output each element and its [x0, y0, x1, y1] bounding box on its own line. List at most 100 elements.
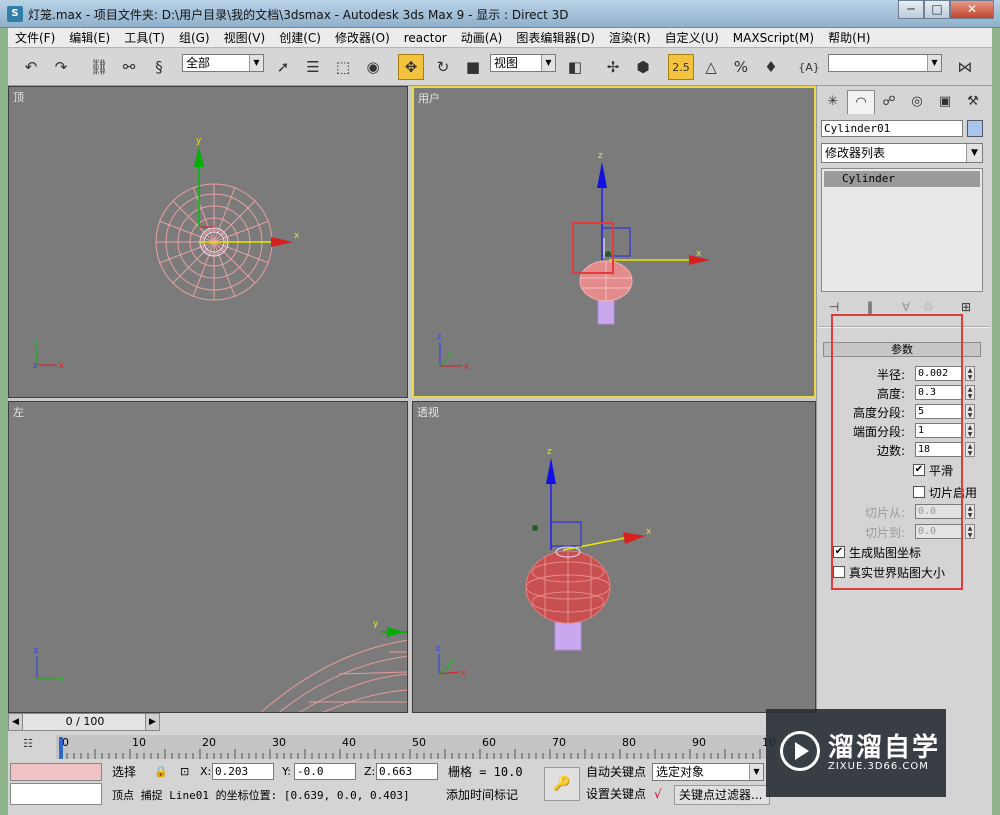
selection-count-label: 选择 — [112, 765, 137, 779]
menu-group[interactable]: 组(G) — [172, 29, 217, 46]
key-filters-button[interactable]: 关键点过滤器... — [674, 785, 770, 805]
key-mode-icon[interactable]: √ — [654, 787, 662, 801]
gizmo-y-label: y — [196, 136, 202, 146]
object-color-swatch[interactable] — [967, 120, 983, 137]
gizmo-x-label: x — [696, 249, 702, 259]
create-tab-icon[interactable]: ✳ — [819, 90, 847, 114]
spinner-snap-icon[interactable]: ♦ — [758, 54, 784, 80]
named-selection-dropdown[interactable]: ▼ — [828, 54, 942, 72]
hierarchy-tab-icon[interactable]: ☍ — [875, 90, 903, 114]
percent-snap-icon[interactable]: % — [728, 54, 754, 80]
select-and-rotate-icon[interactable]: ↻ — [430, 54, 456, 80]
menu-modifiers[interactable]: 修改器(O) — [328, 29, 397, 46]
top-view-scene: x y y x z — [33, 136, 300, 370]
menu-reactor[interactable]: reactor — [397, 31, 454, 45]
menu-tools[interactable]: 工具(T) — [117, 29, 172, 46]
spinner-arrows-icon[interactable]: ▲ ▼ — [965, 524, 975, 539]
track-bar[interactable]: 0102030405060708090100 — [56, 735, 776, 759]
modify-tab-icon[interactable]: ◠ — [847, 90, 875, 114]
time-slider[interactable]: ◀ 0 / 100 ▶ — [8, 713, 160, 731]
menu-views[interactable]: 视图(V) — [217, 29, 273, 46]
axis-tripod-y-label: y — [448, 349, 453, 358]
viewport-user[interactable]: 用户 x z z x y — [412, 86, 816, 398]
selected-object-dropdown[interactable]: 选定对象 ▼ — [652, 763, 764, 781]
lock-selection-icon[interactable]: 🔒 — [154, 763, 168, 781]
keyboard-shortcut-override-icon[interactable]: ⬢ — [630, 54, 656, 80]
absolute-mode-icon[interactable]: ⊡ — [180, 763, 196, 781]
time-slider-next-icon[interactable]: ▶ — [145, 714, 159, 730]
select-by-name-icon[interactable]: ☰ — [300, 54, 326, 80]
modifier-stack-item[interactable]: Cylinder — [824, 171, 980, 187]
coord-y: Y: -0.0 — [282, 763, 356, 781]
rectangular-selection-icon[interactable]: ⬚ — [330, 54, 356, 80]
highlight-box — [831, 314, 963, 590]
minimize-button[interactable]: ─ — [898, 0, 924, 19]
menu-file[interactable]: 文件(F) — [8, 29, 62, 46]
pivot-center-icon[interactable]: ◧ — [562, 54, 588, 80]
modifier-list-dropdown[interactable]: 修改器列表 ▼ — [821, 143, 983, 163]
select-and-scale-icon[interactable]: ■ — [460, 54, 486, 80]
snap-toggle-icon[interactable]: 2.5 — [668, 54, 694, 80]
undo-icon[interactable]: ↶ — [18, 54, 44, 80]
maximize-button[interactable]: □ — [924, 0, 950, 19]
display-tab-icon[interactable]: ▣ — [931, 90, 959, 114]
menu-rendering[interactable]: 渲染(R) — [602, 29, 658, 46]
window-crossing-icon[interactable]: ◉ — [360, 54, 386, 80]
menu-help[interactable]: 帮助(H) — [821, 29, 877, 46]
coord-x-field[interactable]: 0.203 — [212, 763, 274, 780]
unlink-icon[interactable]: ⚯ — [116, 54, 142, 80]
angle-snap-icon[interactable]: △ — [698, 54, 724, 80]
edit-named-selection-icon[interactable]: {A} — [796, 54, 822, 80]
maxscript-listener-white[interactable] — [10, 783, 102, 805]
motion-tab-icon[interactable]: ◎ — [903, 90, 931, 114]
object-name-field[interactable]: Cylinder01 — [821, 120, 963, 137]
auto-key-button[interactable]: 自动关键点 — [586, 763, 646, 781]
spinner-arrows-icon[interactable]: ▲ ▼ — [965, 404, 975, 419]
select-and-move-icon[interactable]: ✥ — [398, 54, 424, 80]
mirror-icon[interactable]: ⋈ — [952, 54, 978, 80]
select-link-icon[interactable]: ⛓ — [86, 54, 112, 80]
title-bar: S 灯笼.max - 项目文件夹: D:\用户目录\我的文档\3dsmax - … — [0, 0, 1000, 28]
track-bar-icon[interactable]: ☷ — [18, 737, 38, 755]
menu-maxscript[interactable]: MAXScript(M) — [726, 31, 821, 45]
close-button[interactable]: ✕ — [950, 0, 994, 19]
coord-y-field[interactable]: -0.0 — [294, 763, 356, 780]
menu-create[interactable]: 创建(C) — [272, 29, 328, 46]
coord-x-label: X: — [200, 765, 212, 778]
utilities-tab-icon[interactable]: ⚒ — [959, 90, 987, 114]
menu-animation[interactable]: 动画(A) — [454, 29, 510, 46]
gizmo-z-label: z — [547, 447, 552, 457]
spinner-arrows-icon[interactable]: ▲ ▼ — [965, 385, 975, 400]
spinner-arrows-icon[interactable]: ▲ ▼ — [965, 442, 975, 457]
axis-tripod-x-label: x — [464, 362, 469, 371]
add-time-tag-button[interactable]: 添加时间标记 — [422, 785, 534, 805]
spinner-arrows-icon[interactable]: ▲ ▼ — [965, 504, 975, 519]
track-tick-label: 10 — [132, 736, 146, 749]
gizmo-z-label: z — [598, 151, 603, 161]
menu-edit[interactable]: 编辑(E) — [62, 29, 117, 46]
perspective-view-scene: x z z x y — [436, 447, 652, 677]
manipulate-icon[interactable]: ✢ — [600, 54, 626, 80]
prompt-line: 顶点 捕捉 Line01 的坐标位置: [0.639, 0.0, 0.403] — [112, 789, 410, 802]
axis-tripod-x-label: x — [59, 361, 64, 370]
window-controls: ─ □ ✕ — [898, 0, 994, 20]
redo-icon[interactable]: ↷ — [48, 54, 74, 80]
menu-customize[interactable]: 自定义(U) — [658, 29, 726, 46]
set-key-icon[interactable]: 🔑 — [544, 767, 580, 801]
coord-z-field[interactable]: 0.663 — [376, 763, 438, 780]
viewport-top[interactable]: 顶 x y y x z — [8, 86, 408, 398]
coord-x: X: 0.203 — [200, 763, 274, 781]
track-tick-label: 40 — [342, 736, 356, 749]
spinner-arrows-icon[interactable]: ▲ ▼ — [965, 423, 975, 438]
viewport-left[interactable]: 左 y z y — [8, 401, 408, 713]
command-panel: ✳ ◠ ☍ ◎ ▣ ⚒ Cylinder01 修改器列表 ▼ Cylinder ⊣… — [816, 86, 992, 713]
bind-space-warp-icon[interactable]: § — [146, 54, 172, 80]
reference-coordinate-dropdown[interactable]: 视图 ▼ — [490, 54, 556, 72]
spinner-arrows-icon[interactable]: ▲ ▼ — [965, 366, 975, 381]
select-object-icon[interactable]: ➚ — [270, 54, 296, 80]
menu-graph-editors[interactable]: 图表编辑器(D) — [509, 29, 602, 46]
set-key-button[interactable]: 设置关键点 — [586, 785, 646, 803]
viewport-perspective[interactable]: 透视 x z z x y — [412, 401, 816, 713]
selection-filter-dropdown[interactable]: 全部 ▼ — [182, 54, 264, 72]
maxscript-listener-pink[interactable] — [10, 763, 102, 781]
